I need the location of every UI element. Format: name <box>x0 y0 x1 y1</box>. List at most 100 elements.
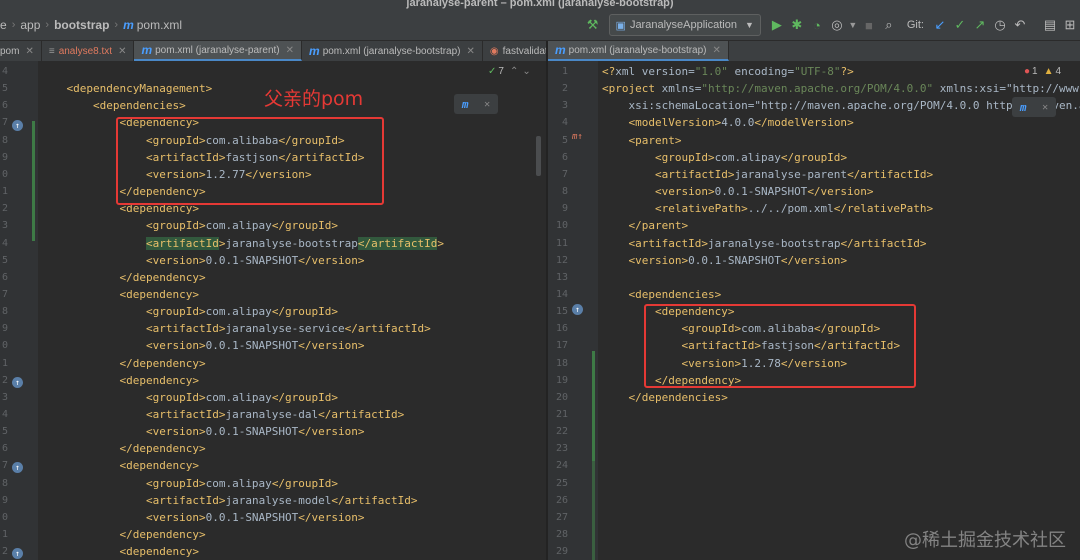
profile-icon[interactable]: ◎ <box>827 10 847 40</box>
code-line[interactable]: <parent> <box>602 132 682 149</box>
debug-icon[interactable]: ✱ <box>787 10 807 40</box>
code-line[interactable]: <version>0.0.1-SNAPSHOT</version> <box>602 183 874 200</box>
close-icon[interactable]: ✕ <box>467 46 475 57</box>
main-toolbar: ⚒ ▣ JaranalyseApplication ▼ ▶ ✱ ◔ ◎ ▼ ■ … <box>583 10 1080 40</box>
vcs-update-icon[interactable]: ↙ <box>930 10 950 40</box>
code-line[interactable]: <version>0.0.1-SNAPSHOT</version> <box>40 509 365 526</box>
tab-label: fastvalidat <box>502 45 546 57</box>
line-number: 7 <box>561 168 568 180</box>
vertical-scrollbar[interactable] <box>536 136 541 176</box>
tab-pom-bootstrap-right[interactable]: m pom.xml (jaranalyse-bootstrap) ✕ <box>548 41 729 61</box>
line-number: 6 <box>1 271 8 283</box>
code-line[interactable]: </dependency> <box>40 526 205 543</box>
tab-pom-parent[interactable]: m pom.xml (jaranalyse-parent) ✕ <box>134 41 303 61</box>
code-line[interactable]: xsi:schemaLocation="http://maven.apache.… <box>602 97 1080 114</box>
code-line[interactable]: <artifactId>jaranalyse-parent</artifactI… <box>602 166 933 183</box>
code-line[interactable]: <relativePath>../../pom.xml</relativePat… <box>602 200 933 217</box>
breadcrumb-item[interactable]: e <box>0 18 7 32</box>
tab-analyse8[interactable]: ≡ analyse8.txt ✕ <box>42 41 135 61</box>
code-line[interactable]: </dependencies> <box>602 389 728 406</box>
code-line[interactable]: <groupId>com.alipay</groupId> <box>40 475 338 492</box>
tab-label: pom.xml (jaranalyse-bootstrap) <box>568 44 707 56</box>
code-line[interactable]: <groupId>com.alipay</groupId> <box>40 389 338 406</box>
maven-reload-popup[interactable]: m ✕ <box>454 94 498 114</box>
code-line[interactable]: <dependency> <box>40 543 198 560</box>
code-line[interactable]: <?xml version="1.0" encoding="UTF-8"?> <box>602 63 854 80</box>
code-line[interactable]: <version>0.0.1-SNAPSHOT</version> <box>602 252 848 269</box>
line-number: 4 <box>1 66 8 77</box>
code-line[interactable]: <dependency> <box>40 457 198 474</box>
close-icon[interactable]: ✕ <box>286 45 294 56</box>
inspection-widget[interactable]: ● 1 ▲ 4 <box>1024 66 1061 77</box>
code-line[interactable]: <dependency> <box>40 286 198 303</box>
code-line[interactable]: <groupId>com.alipay</groupId> <box>40 303 338 320</box>
tab-pom[interactable]: pom ✕ <box>0 41 42 61</box>
code-line[interactable]: <version>0.0.1-SNAPSHOT</version> <box>40 423 365 440</box>
code-line[interactable]: </dependency> <box>40 355 205 372</box>
chevron-right-icon: › <box>45 19 50 31</box>
breadcrumb-item[interactable]: bootstrap <box>54 18 109 32</box>
rollback-icon[interactable]: ↶ <box>1010 10 1030 40</box>
inspection-widget[interactable]: ✓ 7 ⌃ ⌄ <box>488 66 531 77</box>
code-line[interactable]: <artifactId>jaranalyse-dal</artifactId> <box>40 406 404 423</box>
line-number: 9 <box>1 151 8 163</box>
code-line[interactable]: <artifactId>jaranalyse-service</artifact… <box>40 320 431 337</box>
line-number: 18 <box>555 357 568 369</box>
code-line[interactable]: <version>0.0.1-SNAPSHOT</version> <box>40 252 365 269</box>
code-line[interactable]: </parent> <box>602 217 689 234</box>
tab-fastvalidat[interactable]: ◉ fastvalidat <box>483 41 546 61</box>
code-line[interactable]: <artifactId>jaranalyse-bootstrap</artifa… <box>602 235 927 252</box>
ide-settings-icon[interactable]: ⊞ <box>1060 10 1080 40</box>
override-gutter-icon[interactable]: ↑ <box>12 462 23 473</box>
check-icon: ✓ <box>488 66 497 77</box>
line-number: 2 <box>1 374 8 386</box>
code-line[interactable]: <groupId>com.alipay</groupId> <box>602 149 847 166</box>
build-hammer-icon[interactable]: ⚒ <box>583 10 603 40</box>
code-line[interactable]: <artifactId>jaranalyse-bootstrap</artifa… <box>40 235 444 252</box>
coverage-icon[interactable]: ◔ <box>807 10 827 40</box>
close-icon[interactable]: ✕ <box>1042 102 1048 113</box>
code-line[interactable]: <project xmlns="http://maven.apache.org/… <box>602 80 1080 97</box>
project-structure-icon[interactable]: ▤ <box>1040 10 1060 40</box>
more-run-options-icon[interactable]: ▼ <box>847 10 859 40</box>
tab-pom-bootstrap[interactable]: m pom.xml (jaranalyse-bootstrap) ✕ <box>302 41 483 61</box>
chevron-right-icon: › <box>11 19 16 31</box>
line-number: 7 <box>1 460 8 472</box>
search-everywhere-icon[interactable]: ⌕ <box>879 10 899 40</box>
code-line[interactable]: <groupId>com.alipay</groupId> <box>40 217 338 234</box>
code-line[interactable]: <modelVersion>4.0.0</modelVersion> <box>602 114 854 131</box>
run-configuration-select[interactable]: ▣ JaranalyseApplication ▼ <box>608 14 761 36</box>
right-code-editor[interactable]: <?xml version="1.0" encoding="UTF-8"?> <p… <box>548 61 1080 560</box>
override-gutter-icon[interactable]: ↑ <box>12 548 23 559</box>
left-code-editor[interactable]: <dependencyManagement> <dependencies> <d… <box>0 61 546 560</box>
override-gutter-icon[interactable]: ↑ <box>12 377 23 388</box>
vcs-push-icon[interactable]: ↗ <box>970 10 990 40</box>
maven-file-icon: m <box>309 44 320 58</box>
run-icon[interactable]: ▶ <box>767 10 787 40</box>
line-number: 1 <box>1 529 8 541</box>
code-line[interactable]: <dependencies> <box>40 97 186 114</box>
breadcrumb-item[interactable]: pom.xml <box>137 18 182 32</box>
stop-icon[interactable]: ■ <box>859 10 879 40</box>
close-icon[interactable]: ✕ <box>118 46 126 57</box>
code-line[interactable]: <artifactId>jaranalyse-model</artifactId… <box>40 492 418 509</box>
code-line[interactable]: <dependencyManagement> <box>40 80 213 97</box>
override-gutter-icon[interactable]: ↑ <box>12 120 23 131</box>
line-number: 22 <box>555 426 568 438</box>
code-line[interactable]: <version>0.0.1-SNAPSHOT</version> <box>40 337 365 354</box>
breadcrumb-item[interactable]: app <box>20 18 40 32</box>
maven-module-gutter-icon[interactable]: m↑ <box>572 132 583 142</box>
vcs-commit-icon[interactable]: ✓ <box>950 10 970 40</box>
override-gutter-icon[interactable]: ↑ <box>572 304 583 315</box>
code-line[interactable]: </dependency> <box>40 440 205 457</box>
history-icon[interactable]: ◷ <box>990 10 1010 40</box>
code-line[interactable]: <dependencies> <box>602 286 722 303</box>
line-number: 26 <box>555 494 568 506</box>
maven-reload-popup[interactable]: m ✕ <box>1012 97 1056 117</box>
code-line[interactable]: </dependency> <box>40 269 205 286</box>
close-icon[interactable]: ✕ <box>713 45 721 56</box>
code-line[interactable]: <dependency> <box>40 372 198 389</box>
close-icon[interactable]: ✕ <box>484 99 490 110</box>
close-icon[interactable]: ✕ <box>25 46 33 57</box>
child-fastjson-highlight-box <box>644 304 916 388</box>
